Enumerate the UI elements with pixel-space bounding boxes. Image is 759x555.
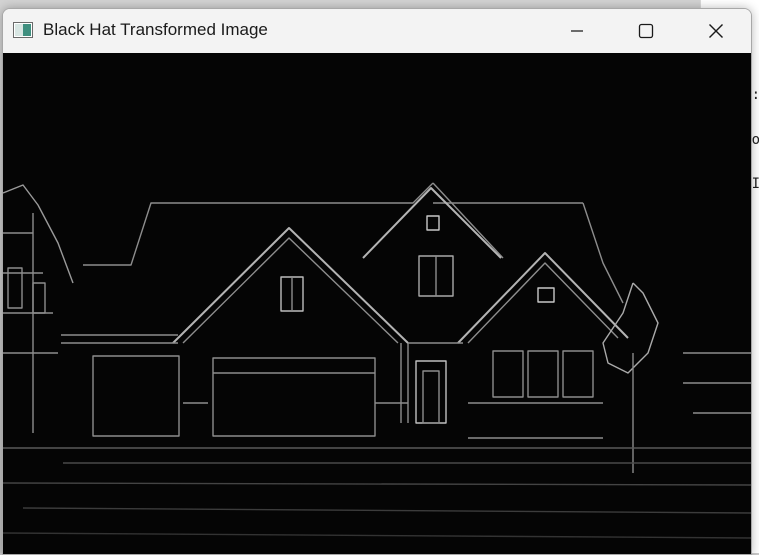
maximize-icon: [638, 23, 654, 39]
close-icon: [709, 24, 723, 38]
background-glyph: I: [751, 176, 759, 192]
image-window-icon: [13, 22, 33, 38]
black-hat-image: [3, 53, 751, 554]
image-canvas: [3, 53, 751, 554]
window-title: Black Hat Transformed Image: [43, 20, 268, 39]
background-glyph: o: [751, 132, 759, 148]
background-glyph: :: [752, 88, 759, 102]
close-button[interactable]: [693, 9, 739, 53]
minimize-button[interactable]: [554, 9, 600, 53]
image-window: Black Hat Transformed Image: [2, 8, 752, 555]
maximize-button[interactable]: [623, 9, 669, 53]
title-bar[interactable]: Black Hat Transformed Image: [3, 9, 751, 53]
minimize-icon: [571, 30, 583, 32]
